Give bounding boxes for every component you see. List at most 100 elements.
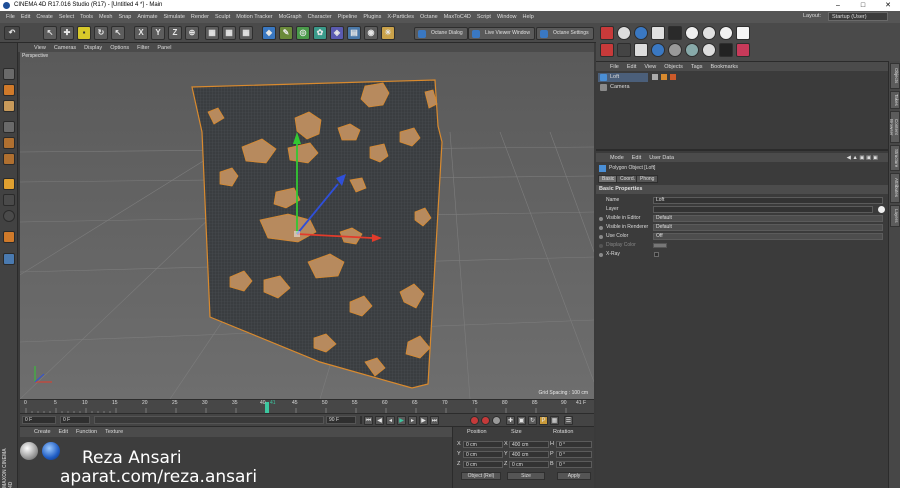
side-tab-takes[interactable]: Takes	[890, 91, 900, 109]
close-button[interactable]: ✕	[876, 0, 900, 11]
frame-range-slider[interactable]	[94, 416, 324, 424]
y-axis-lock[interactable]: Y	[151, 26, 165, 40]
timeline-ruler[interactable]: 0 5 10 15 20 25 30 35 40 41 45 50 55 60 …	[20, 399, 594, 414]
rot-h-field[interactable]: 0 °	[556, 441, 592, 448]
x-ray-checkbox[interactable]	[654, 252, 659, 257]
viewport-menu-panel[interactable]: Panel	[153, 45, 175, 51]
menu-render[interactable]: Render	[188, 14, 212, 20]
floor-icon[interactable]: ▤	[347, 26, 361, 40]
side-tab-objects[interactable]: Objects	[890, 63, 900, 89]
scale-key-icon[interactable]: ▣	[517, 416, 526, 425]
keyframe-selection-button[interactable]	[492, 416, 501, 425]
last-tool-icon[interactable]: ↖	[111, 26, 125, 40]
menu-snap[interactable]: Snap	[115, 14, 134, 20]
name-field[interactable]: Loft	[653, 197, 883, 204]
menu-maxtoc4d[interactable]: MaxToC4D	[441, 14, 474, 20]
objects-menu-file[interactable]: File	[606, 64, 623, 70]
visibility-dot-icon[interactable]	[652, 74, 658, 80]
previous-key-button[interactable]: ◀	[375, 416, 384, 425]
next-key-button[interactable]: ▶	[419, 416, 428, 425]
solo-icon[interactable]	[3, 231, 15, 243]
render-picture-viewer-icon[interactable]: ▦	[222, 26, 236, 40]
material-tag-icon[interactable]	[670, 74, 676, 80]
rotation-key-icon[interactable]: ↻	[528, 416, 537, 425]
octane-settings-button[interactable]: Octane Settings	[536, 27, 594, 40]
objects-menu-edit[interactable]: Edit	[623, 64, 640, 70]
apply-button[interactable]: Apply	[557, 472, 591, 480]
menu-create[interactable]: Create	[33, 14, 56, 20]
snap-icon[interactable]	[3, 210, 15, 222]
point-level-animation-icon[interactable]: ▦	[550, 416, 559, 425]
tweak-mode-icon[interactable]	[3, 194, 15, 206]
menu-mesh[interactable]: Mesh	[96, 14, 115, 20]
render-settings-icon[interactable]: ▦	[239, 26, 253, 40]
max-frame-field[interactable]: 90 F	[326, 416, 356, 424]
move-icon[interactable]: ✚	[60, 26, 74, 40]
pos-z-field[interactable]: 0 cm	[463, 461, 503, 468]
objects-menu-tags[interactable]: Tags	[687, 64, 707, 70]
octane-volume-icon[interactable]	[719, 43, 733, 57]
deformer-icon[interactable]: ◈	[330, 26, 344, 40]
objects-menu-view[interactable]: View	[640, 64, 660, 70]
edges-mode-icon[interactable]	[3, 153, 15, 165]
animation-dot-icon[interactable]	[599, 235, 603, 239]
scale-icon[interactable]: ▪	[77, 26, 91, 40]
menu-sculpt[interactable]: Sculpt	[212, 14, 233, 20]
object-item-camera[interactable]: Camera	[598, 83, 648, 92]
size-x-field[interactable]: 400 cm	[509, 441, 549, 448]
animation-dot-icon[interactable]	[599, 253, 603, 257]
start-frame-field[interactable]: 0 F	[22, 416, 56, 424]
menu-file[interactable]: File	[3, 14, 18, 20]
menu-help[interactable]: Help	[520, 14, 537, 20]
axis-mode-icon[interactable]	[3, 178, 15, 190]
layout-select[interactable]: Startup (User)	[828, 12, 888, 21]
rot-b-field[interactable]: 0 °	[556, 461, 592, 468]
viewport-menu-filter[interactable]: Filter	[133, 45, 153, 51]
position-key-icon[interactable]: ✚	[506, 416, 515, 425]
go-to-end-button[interactable]: ⏭	[430, 416, 439, 425]
attributes-menu-user-data[interactable]: User Data	[645, 155, 678, 161]
octane-texture-icon[interactable]	[617, 43, 631, 57]
layer-field[interactable]	[653, 206, 873, 213]
coordinate-mode-select[interactable]: Object (Rel)	[461, 472, 501, 480]
menu-pipeline[interactable]: Pipeline	[335, 14, 361, 20]
octane-glass-icon[interactable]	[685, 43, 699, 57]
octane-checker-icon[interactable]	[634, 43, 648, 57]
layer-clear-icon[interactable]	[878, 206, 885, 213]
texture-mode-icon[interactable]	[3, 100, 15, 112]
side-tab-layers[interactable]: Layers	[890, 205, 900, 227]
rotate-icon[interactable]: ↻	[94, 26, 108, 40]
menu-octane[interactable]: Octane	[417, 14, 441, 20]
material-menu-create[interactable]: Create	[30, 429, 55, 435]
current-frame-marker[interactable]: 41	[270, 400, 276, 406]
model-mode-icon[interactable]	[3, 84, 15, 96]
menu-motion-tracker[interactable]: Motion Tracker	[233, 14, 275, 20]
pos-x-field[interactable]: 0 cm	[463, 441, 503, 448]
phong-tag-icon[interactable]	[661, 74, 667, 80]
octane-metal-icon[interactable]	[668, 43, 682, 57]
undo-icon[interactable]: ↶	[4, 26, 20, 40]
parameter-key-icon[interactable]: P	[539, 416, 548, 425]
object-item-loft[interactable]: Loft	[598, 73, 648, 82]
octane-render-icon[interactable]	[600, 26, 614, 40]
live-viewer-window-button[interactable]: Live Viewer Window	[468, 27, 535, 40]
menu-simulate[interactable]: Simulate	[161, 14, 188, 20]
menu-plugins[interactable]: Plugins	[360, 14, 384, 20]
viewport-menu-display[interactable]: Display	[80, 45, 106, 51]
objects-menu-objects[interactable]: Objects	[660, 64, 687, 70]
animation-dot-icon[interactable]	[599, 226, 603, 230]
size-z-field[interactable]: 0 cm	[509, 461, 549, 468]
record-active-objects-button[interactable]	[470, 416, 479, 425]
z-axis-lock[interactable]: Z	[168, 26, 182, 40]
autokeying-button[interactable]	[481, 416, 490, 425]
menu-select[interactable]: Select	[56, 14, 77, 20]
min-frame-field[interactable]: 0 F	[60, 416, 90, 424]
attribute-nav-icons[interactable]: ◀ ▲ ▣ ▣ ▣	[843, 155, 888, 161]
side-tab-structure[interactable]: Structure	[890, 145, 900, 171]
size-y-field[interactable]: 400 cm	[509, 451, 549, 458]
size-mode-select[interactable]: Size	[507, 472, 545, 480]
octane-sky-icon[interactable]	[736, 26, 750, 40]
minimize-button[interactable]: –	[826, 0, 850, 11]
visible-in-renderer-select[interactable]: Default	[653, 224, 883, 231]
material-menu-edit[interactable]: Edit	[55, 429, 72, 435]
